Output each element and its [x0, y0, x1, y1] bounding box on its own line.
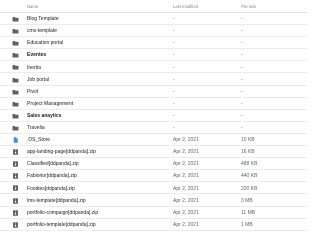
zip-icon: [12, 197, 19, 204]
last-modified: Apr 2, 2021: [173, 197, 199, 204]
file-size: -: [241, 64, 243, 71]
file-row[interactable]: portfolio-template[ddpanda].zip Apr 2, 20…: [0, 219, 307, 231]
file-row[interactable]: Education portal - -: [0, 37, 307, 50]
file-size: -: [241, 16, 243, 23]
last-modified: -: [173, 64, 175, 71]
folder-icon: [12, 40, 19, 46]
last-modified: Apr 2, 2021: [173, 173, 199, 180]
file-size: 220 KB: [241, 185, 258, 192]
file-size: -: [241, 52, 243, 59]
file-row[interactable]: cms-template - -: [0, 25, 307, 38]
file-name[interactable]: Eventes: [27, 52, 46, 58]
last-modified: -: [173, 100, 175, 107]
file-row[interactable]: Blog Template - -: [0, 13, 307, 26]
zip-icon: [12, 161, 19, 167]
file-size: -: [241, 100, 243, 107]
column-header-file-size[interactable]: File size: [241, 4, 256, 9]
file-size: 16 KB: [241, 149, 255, 156]
last-modified: Apr 2, 2021: [173, 185, 199, 192]
file-name[interactable]: app-landing-page[ddpanda].zip: [27, 149, 96, 155]
zip-icon: [12, 209, 19, 216]
file-row[interactable]: app-landing-page[ddpanda].zip Apr 2, 2021…: [0, 146, 307, 159]
folder-icon: [12, 125, 19, 131]
file-size: 440 KB: [241, 173, 258, 180]
file-row[interactable]: Inertia - -: [0, 61, 307, 74]
file-name[interactable]: Sales anaytics: [27, 113, 61, 119]
zip-icon: [12, 149, 19, 155]
last-modified: -: [173, 16, 175, 23]
file-row[interactable]: Project Management - -: [0, 98, 307, 110]
file-name[interactable]: portfolio-compaign[ddpanda].zip: [27, 210, 98, 216]
last-modified: -: [173, 125, 175, 132]
file-size: -: [241, 28, 243, 35]
folder-icon: [12, 89, 19, 95]
file-name[interactable]: Inertia: [27, 65, 41, 71]
folder-icon: [12, 64, 19, 70]
file-row[interactable]: Classified[ddpanda].zip Apr 2, 2021 488 KB: [0, 158, 307, 171]
column-header-last-modified[interactable]: Last modified: [173, 4, 198, 9]
zip-icon: [12, 173, 19, 180]
last-modified: -: [173, 28, 175, 35]
file-size: -: [241, 112, 243, 119]
file-row[interactable]: Sales anaytics - -: [0, 110, 307, 122]
file-name[interactable]: .DS_Store: [27, 137, 50, 143]
last-modified: -: [173, 76, 175, 83]
file-name[interactable]: Travelia: [27, 125, 45, 131]
file-name[interactable]: lms-template[ddpanda].zip: [27, 198, 86, 204]
document-icon: [12, 137, 19, 143]
file-size: -: [241, 76, 243, 83]
file-name[interactable]: Fabiorior[ddpanda].zip: [27, 173, 77, 179]
file-size: -: [241, 88, 243, 95]
file-size: 488 KB: [241, 161, 258, 168]
last-modified: -: [173, 52, 175, 59]
file-name[interactable]: Foodies[ddpanda].zip: [27, 186, 75, 192]
folder-icon: [12, 28, 19, 34]
file-list-header: Name Last modified File size: [0, 0, 307, 13]
file-name[interactable]: portfolio-template[ddpanda].zip: [27, 222, 96, 228]
file-name[interactable]: Job portal: [27, 77, 49, 83]
file-list: Name Last modified File size Blog Templa…: [0, 0, 307, 250]
last-modified: Apr 2, 2021: [173, 149, 199, 156]
last-modified: Apr 2, 2021: [173, 137, 199, 144]
last-modified: Apr 2, 2021: [173, 209, 199, 216]
file-size: 1 MB: [241, 221, 253, 228]
folder-icon: [12, 77, 19, 83]
file-name[interactable]: Pivot: [27, 89, 38, 95]
file-name[interactable]: Blog Template: [27, 16, 59, 22]
file-row[interactable]: Fabiorior[ddpanda].zip Apr 2, 2021 440 KB: [0, 170, 307, 183]
last-modified: -: [173, 88, 175, 95]
file-name[interactable]: Classified[ddpanda].zip: [27, 161, 79, 167]
file-size: 10 KB: [241, 137, 255, 144]
folder-icon: [12, 113, 19, 119]
file-size: 3 MB: [241, 197, 253, 204]
file-row[interactable]: Eventes - -: [0, 49, 307, 62]
zip-icon: [12, 221, 19, 228]
file-row[interactable]: Pivot - -: [0, 86, 307, 98]
file-row[interactable]: Job portal - -: [0, 74, 307, 86]
file-row[interactable]: Travelia - -: [0, 122, 307, 134]
zip-icon: [12, 185, 19, 192]
file-row[interactable]: lms-template[ddpanda].zip Apr 2, 2021 3 MB: [0, 195, 307, 207]
folder-icon: [12, 101, 19, 107]
file-row[interactable]: Foodies[ddpanda].zip Apr 2, 2021 220 KB: [0, 182, 307, 195]
file-size: -: [241, 125, 243, 132]
last-modified: -: [173, 112, 175, 119]
file-row[interactable]: portfolio-compaign[ddpanda].zip Apr 2, 20…: [0, 207, 307, 219]
folder-icon: [12, 16, 19, 22]
last-modified: Apr 2, 2021: [173, 221, 199, 228]
file-size: 11 MB: [241, 209, 256, 216]
last-modified: Apr 2, 2021: [173, 161, 199, 168]
folder-icon: [12, 52, 19, 58]
last-modified: -: [173, 40, 175, 47]
file-name[interactable]: cms-template: [27, 28, 57, 34]
file-size: -: [241, 40, 243, 47]
column-header-name[interactable]: Name: [27, 4, 38, 9]
file-name[interactable]: Project Management: [27, 101, 73, 107]
file-name[interactable]: Education portal: [27, 40, 63, 46]
file-row[interactable]: .DS_Store Apr 2, 2021 10 KB: [0, 134, 307, 147]
